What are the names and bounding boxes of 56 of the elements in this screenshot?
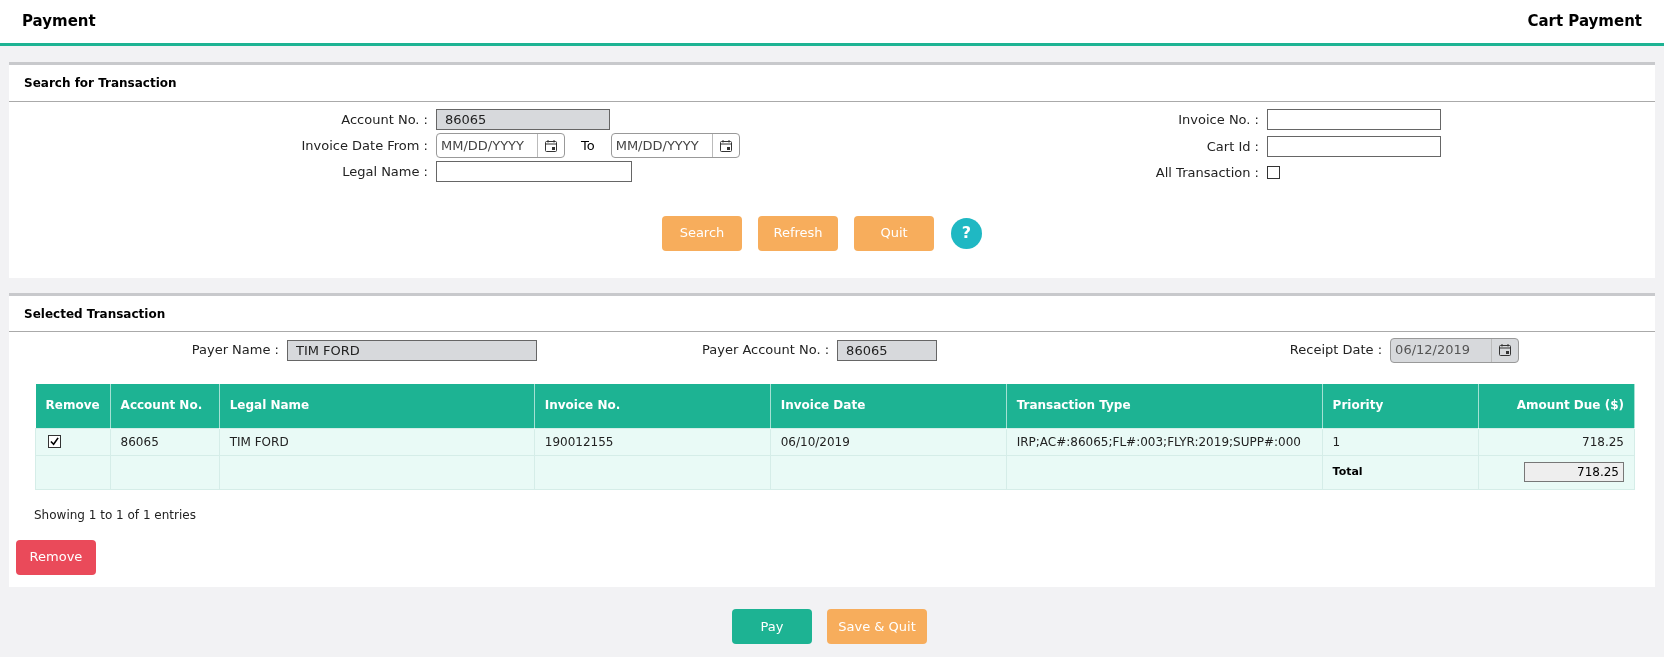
column-header: Amount Due ($) xyxy=(1478,384,1635,428)
entries-info: Showing 1 to 1 of 1 entries xyxy=(34,506,197,524)
column-header: Invoice No. xyxy=(534,384,771,428)
date-input[interactable]: MM/DD/YYYY xyxy=(437,135,537,156)
tick-icon xyxy=(50,437,59,446)
table-cell: IRP;AC#:86065;FL#:003;FLYR:2019;SUPP#:000 xyxy=(1006,428,1323,455)
calendar-icon[interactable] xyxy=(718,138,733,153)
field-label: To xyxy=(581,136,595,155)
column-header: Account No. xyxy=(110,384,220,428)
action-button[interactable]: Search xyxy=(662,215,742,251)
help-button[interactable]: ? xyxy=(951,217,982,249)
total-label: Total xyxy=(1322,455,1479,489)
column-header: Remove xyxy=(35,384,111,428)
payer-account-field[interactable]: 86065 xyxy=(837,339,938,361)
payer-name-field[interactable]: TIM FORD xyxy=(287,339,537,361)
field-label: Invoice Date From : xyxy=(300,136,428,155)
column-header: Invoice Date xyxy=(770,384,1007,428)
calendar-icon[interactable] xyxy=(544,138,558,153)
field-label: All Transaction : xyxy=(1154,164,1259,182)
field-label: Account No. : xyxy=(340,110,428,129)
field-label: Payer Account No. : xyxy=(702,341,830,360)
field-label: Receipt Date : xyxy=(1288,341,1383,360)
field-label: Cart Id : xyxy=(1205,137,1259,156)
column-header: Transaction Type xyxy=(1006,384,1323,428)
calendar-icon[interactable] xyxy=(1498,343,1513,357)
column-header: Priority xyxy=(1322,384,1479,428)
breadcrumb-label: Cart Payment xyxy=(1527,11,1642,33)
legal-name-field[interactable] xyxy=(436,161,632,182)
table-cell: 1 xyxy=(1322,428,1479,455)
field-label: Invoice No. : xyxy=(1177,110,1259,129)
date-input[interactable]: MM/DD/YYYY xyxy=(611,135,712,156)
remove-button[interactable]: Remove xyxy=(16,539,96,575)
date-field[interactable]: MM/DD/YYYY xyxy=(610,133,740,158)
date-field[interactable]: MM/DD/YYYY xyxy=(436,133,565,158)
receipt-date-field[interactable]: 06/12/2019 xyxy=(1390,337,1520,363)
cart-id-field[interactable] xyxy=(1267,136,1441,157)
action-button[interactable]: Refresh xyxy=(758,215,838,251)
remove-checkbox[interactable] xyxy=(48,435,61,448)
all-transaction-checkbox[interactable] xyxy=(1267,166,1280,180)
table-cell: 718.25 xyxy=(1478,428,1635,455)
date-input[interactable]: 06/12/2019 xyxy=(1391,340,1492,360)
column-header: Legal Name xyxy=(219,384,535,428)
total-field[interactable]: 718.25 xyxy=(1524,462,1624,482)
invoice-number-field[interactable] xyxy=(1267,109,1441,130)
field-label: Legal Name : xyxy=(341,162,428,181)
table-cell: 06/10/2019 xyxy=(770,428,1007,455)
page-title: Payment xyxy=(22,11,96,33)
field-label: Payer Name : xyxy=(190,341,279,360)
section-title: Selected Transaction xyxy=(24,305,166,323)
section-title: Search for Transaction xyxy=(24,75,177,92)
action-button[interactable]: Quit xyxy=(854,215,934,251)
save-quit-button[interactable]: Save & Quit xyxy=(827,609,927,644)
table-cell: TIM FORD xyxy=(219,428,535,455)
pay-button[interactable]: Pay xyxy=(732,609,812,644)
table-cell: 86065 xyxy=(110,428,220,455)
table-cell: 190012155 xyxy=(534,428,771,455)
